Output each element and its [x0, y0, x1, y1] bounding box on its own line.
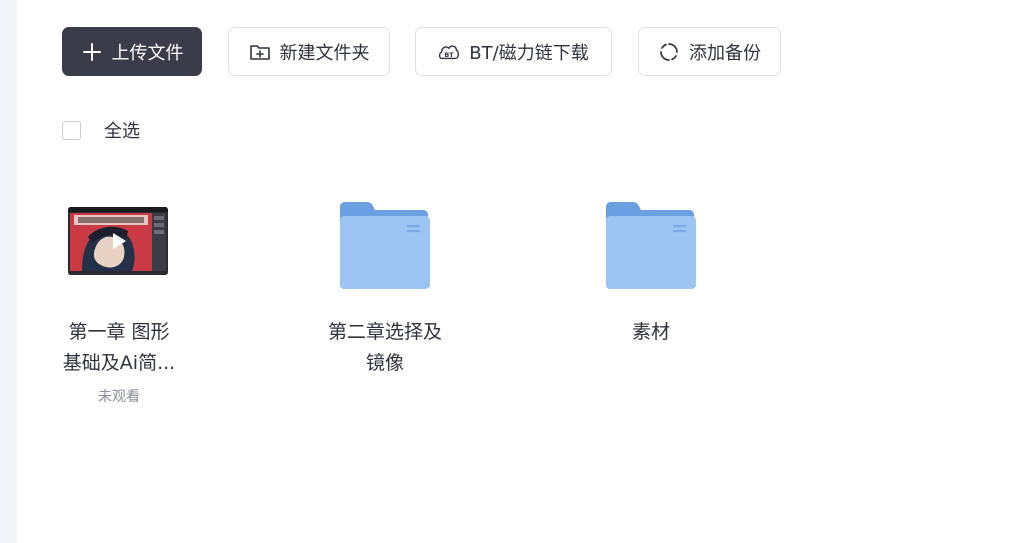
add-backup-button-label: 添加备份 — [689, 42, 761, 64]
file-name-line-1: 第一章 图形 — [68, 321, 170, 343]
file-name: 第一章 图形 基础及Ai简... — [34, 317, 204, 379]
file-name: 素材 — [566, 317, 736, 348]
file-thumbnail — [34, 195, 204, 295]
file-item-folder[interactable]: 第二章选择及 镜像 — [300, 195, 470, 379]
select-all-checkbox[interactable] — [62, 120, 81, 140]
file-name-line-1: 第二章选择及 — [327, 321, 442, 343]
play-icon — [113, 233, 126, 249]
video-thumbnail — [68, 207, 168, 275]
folder-icon — [606, 202, 696, 289]
file-thumbnail — [566, 195, 736, 295]
svg-text:BT: BT — [445, 51, 455, 59]
plus-icon — [81, 41, 103, 63]
file-thumbnail — [300, 195, 470, 295]
new-folder-button[interactable]: 新建文件夹 — [228, 27, 390, 76]
bt-download-button[interactable]: BT BT/磁力链下载 — [415, 27, 612, 76]
upload-button[interactable]: 上传文件 — [62, 27, 202, 76]
bt-download-button-label: BT/磁力链下载 — [469, 42, 589, 64]
refresh-icon — [658, 41, 680, 63]
file-name-line-2: 基础及Ai简... — [62, 352, 176, 374]
file-item-video[interactable]: 第一章 图形 基础及Ai简... 未观看 — [34, 195, 204, 406]
upload-button-label: 上传文件 — [111, 42, 184, 64]
add-backup-button[interactable]: 添加备份 — [638, 27, 781, 76]
select-all-label: 全选 — [104, 121, 140, 142]
watch-status: 未观看 — [98, 389, 140, 405]
folder-plus-icon — [249, 41, 271, 63]
new-folder-button-label: 新建文件夹 — [279, 42, 370, 64]
file-name-line-1: 素材 — [631, 321, 670, 343]
select-all[interactable]: 全选 — [62, 117, 140, 143]
folder-icon — [340, 202, 430, 289]
bt-icon: BT — [438, 41, 460, 63]
file-name-line-2: 镜像 — [365, 352, 404, 374]
file-name: 第二章选择及 镜像 — [300, 317, 470, 379]
left-sidebar-edge — [0, 0, 17, 543]
file-item-folder[interactable]: 素材 — [566, 195, 736, 348]
